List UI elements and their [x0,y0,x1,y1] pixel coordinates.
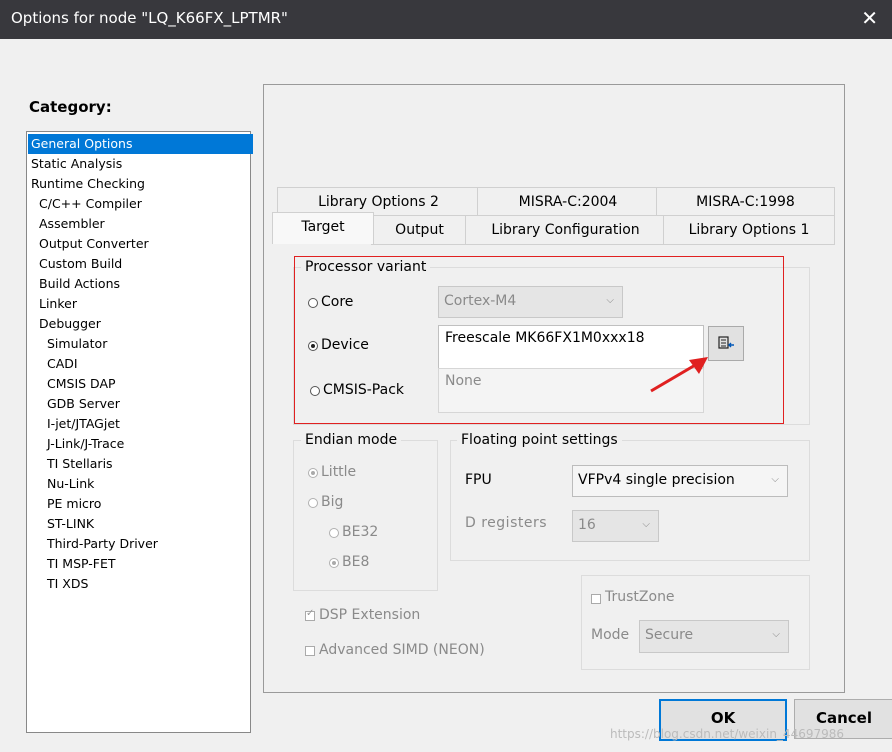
be32-label: BE32 [342,524,379,540]
d-registers-label: D registers [465,515,548,531]
category-item-cadi[interactable]: CADI [44,354,81,374]
category-item-gdb-server[interactable]: GDB Server [44,394,123,414]
tab-misra-c-1998[interactable]: MISRA-C:1998 [656,187,835,217]
category-item-third-party-driver[interactable]: Third-Party Driver [44,534,161,554]
category-item-build-actions[interactable]: Build Actions [36,274,123,294]
advanced-simd-label: Advanced SIMD (NEON) [319,642,485,658]
category-item-ti-msp-fet[interactable]: TI MSP-FET [44,554,119,574]
floating-point-label: Floating point settings [457,432,622,448]
tab-library-options-1[interactable]: Library Options 1 [663,215,835,245]
watermark: https://blog.csdn.net/weixin_44697986 [610,727,845,741]
window-title: Options for node "LQ_K66FX_LPTMR" [11,9,288,27]
category-item-general-options[interactable]: General Options [28,134,253,154]
close-icon[interactable]: ✕ [861,6,878,30]
category-item-ti-xds[interactable]: TI XDS [44,574,91,594]
big-radio[interactable] [308,498,318,508]
category-item-nu-link[interactable]: Nu-Link [44,474,97,494]
category-item-static-analysis[interactable]: Static Analysis [28,154,253,174]
category-item-debugger[interactable]: Debugger [36,314,104,334]
fpu-select-value: VFPv4 single precision [578,472,735,488]
endian-mode-label: Endian mode [301,432,402,448]
category-item-simulator[interactable]: Simulator [44,334,110,354]
chevron-down-icon: ⌵ [772,629,780,640]
d-registers-value: 16 [578,517,596,533]
category-item-j-link-j-trace[interactable]: J-Link/J-Trace [44,434,127,454]
category-item-cmsis-dap[interactable]: CMSIS DAP [44,374,119,394]
mode-label: Mode [591,627,630,643]
mode-select-value: Secure [645,627,694,643]
fpu-label: FPU [465,472,492,488]
dsp-extension-checkbox[interactable] [305,608,315,621]
annotation-box [294,256,784,424]
d-registers-select[interactable]: 16 ⌵ [572,510,659,542]
category-item-c-c-compiler[interactable]: C/C++ Compiler [36,194,145,214]
be8-radio[interactable] [329,558,339,568]
category-item-st-link[interactable]: ST-LINK [44,514,97,534]
category-item-ti-stellaris[interactable]: TI Stellaris [44,454,116,474]
trustzone-checkbox[interactable] [591,594,601,604]
be32-radio[interactable] [329,528,339,538]
chevron-down-icon: ⌵ [771,474,779,485]
title-bar: Options for node "LQ_K66FX_LPTMR" ✕ [0,0,892,39]
annotation-arrow [650,357,708,393]
category-item-custom-build[interactable]: Custom Build [36,254,125,274]
big-label: Big [321,494,344,510]
category-item-runtime-checking[interactable]: Runtime Checking [28,174,253,194]
tab-library-configuration[interactable]: Library Configuration [465,215,666,245]
be8-label: BE8 [342,554,370,570]
dsp-extension-label: DSP Extension [319,607,421,623]
tab-target[interactable]: Target [272,212,374,244]
category-item-output-converter[interactable]: Output Converter [36,234,152,254]
category-item-linker[interactable]: Linker [36,294,80,314]
little-radio[interactable] [308,468,318,478]
category-label: Category: [29,98,112,116]
tab-output[interactable]: Output [371,215,468,245]
category-item-pe-micro[interactable]: PE micro [44,494,104,514]
category-list[interactable]: General Options Static Analysis Runtime Ch… [26,131,253,733]
advanced-simd-checkbox[interactable] [305,646,315,656]
fpu-select[interactable]: VFPv4 single precision ⌵ [572,465,788,497]
category-item-i-jet-jtagjet[interactable]: I-jet/JTAGjet [44,414,123,434]
category-item-assembler[interactable]: Assembler [36,214,108,234]
floating-point-group [450,440,810,561]
little-label: Little [321,464,357,480]
tab-misra-c-2004[interactable]: MISRA-C:2004 [477,187,659,217]
chevron-down-icon: ⌵ [642,519,650,530]
mode-select[interactable]: Secure ⌵ [639,620,789,653]
trustzone-label: TrustZone [605,589,675,605]
